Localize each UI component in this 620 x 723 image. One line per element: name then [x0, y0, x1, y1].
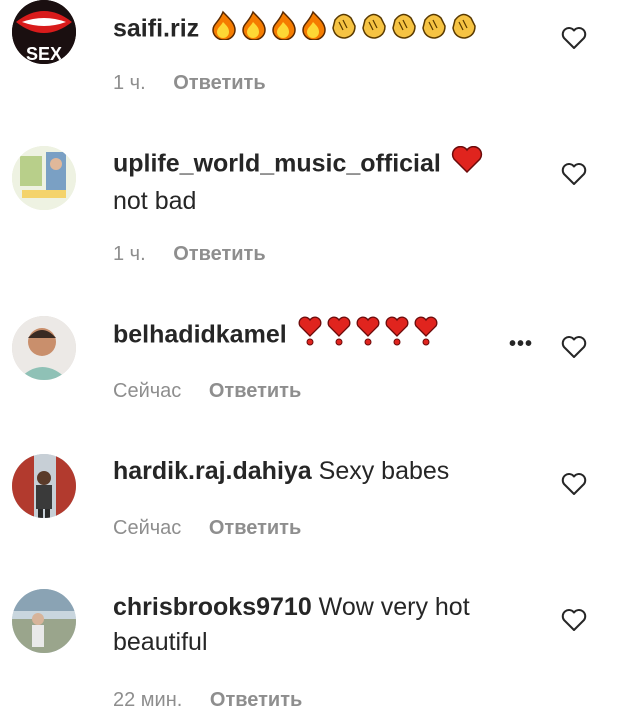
- comment-text: not bad: [113, 187, 197, 215]
- fire-emoji: [212, 10, 236, 41]
- heart-exclamation-emoji: [298, 316, 322, 346]
- clap-emoji: [422, 13, 446, 39]
- comment-username[interactable]: saifi.riz: [113, 15, 199, 43]
- fire-emoji: [272, 10, 296, 41]
- comment-meta: 1 ч. Ответить: [113, 243, 266, 266]
- comment-body: saifi.riz: [113, 10, 513, 50]
- clap-emoji: [452, 13, 476, 39]
- comment-time: Сейчас: [113, 517, 182, 539]
- comment-time: Сейчас: [113, 380, 182, 402]
- clap-emoji: [332, 13, 356, 39]
- avatar[interactable]: [12, 454, 76, 518]
- heart-exclamation-emoji: [356, 316, 380, 346]
- reply-button[interactable]: Ответить: [173, 243, 265, 265]
- comment-time: 1 ч.: [113, 72, 146, 94]
- fire-emoji: [302, 10, 326, 41]
- comment-time: 22 мин.: [113, 689, 183, 711]
- like-heart-icon[interactable]: [561, 472, 587, 496]
- comment-meta: Сейчас Ответить: [113, 517, 301, 540]
- avatar[interactable]: [12, 589, 76, 653]
- comment-body: chrisbrooks9710 Wow very hot beautiful: [113, 590, 513, 660]
- comment-body: hardik.raj.dahiya Sexy babes: [113, 454, 513, 489]
- avatar[interactable]: SEX: [12, 0, 76, 64]
- comment-text: Sexy babes: [318, 457, 450, 485]
- comment-username[interactable]: uplife_world_music_official: [113, 150, 441, 178]
- more-options-icon[interactable]: •••: [509, 333, 533, 356]
- comment-meta: 1 ч. Ответить: [113, 72, 266, 95]
- comment-username[interactable]: hardik.raj.dahiya: [113, 457, 312, 485]
- fire-emoji: [242, 10, 266, 41]
- like-heart-icon[interactable]: [561, 26, 587, 50]
- heart-exclamation-emoji: [414, 316, 438, 346]
- clap-emoji: [362, 13, 386, 39]
- avatar-word: SEX: [26, 44, 62, 64]
- comment-meta: Сейчас Ответить: [113, 380, 301, 403]
- reply-button[interactable]: Ответить: [173, 72, 265, 94]
- comment-body: uplife_world_music_official not bad: [113, 145, 513, 219]
- reply-button[interactable]: Ответить: [209, 517, 301, 539]
- avatar[interactable]: [12, 146, 76, 210]
- like-heart-icon[interactable]: [561, 335, 587, 359]
- emoji-row: [209, 10, 483, 50]
- like-heart-icon[interactable]: [561, 608, 587, 632]
- emoji-row: [297, 316, 441, 356]
- heart-exclamation-emoji: [327, 316, 351, 346]
- clap-emoji: [392, 13, 416, 39]
- comment-username[interactable]: belhadidkamel: [113, 321, 287, 349]
- comment-time: 1 ч.: [113, 243, 146, 265]
- reply-button[interactable]: Ответить: [210, 689, 302, 711]
- heart-exclamation-emoji: [385, 316, 409, 346]
- comment-body: belhadidkamel: [113, 316, 513, 356]
- comment-meta: 22 мин. Ответить: [113, 689, 302, 712]
- reply-button[interactable]: Ответить: [209, 380, 301, 402]
- like-heart-icon[interactable]: [561, 162, 587, 186]
- red-heart-emoji: [451, 145, 483, 184]
- avatar[interactable]: [12, 316, 76, 380]
- comment-username[interactable]: chrisbrooks9710: [113, 593, 312, 621]
